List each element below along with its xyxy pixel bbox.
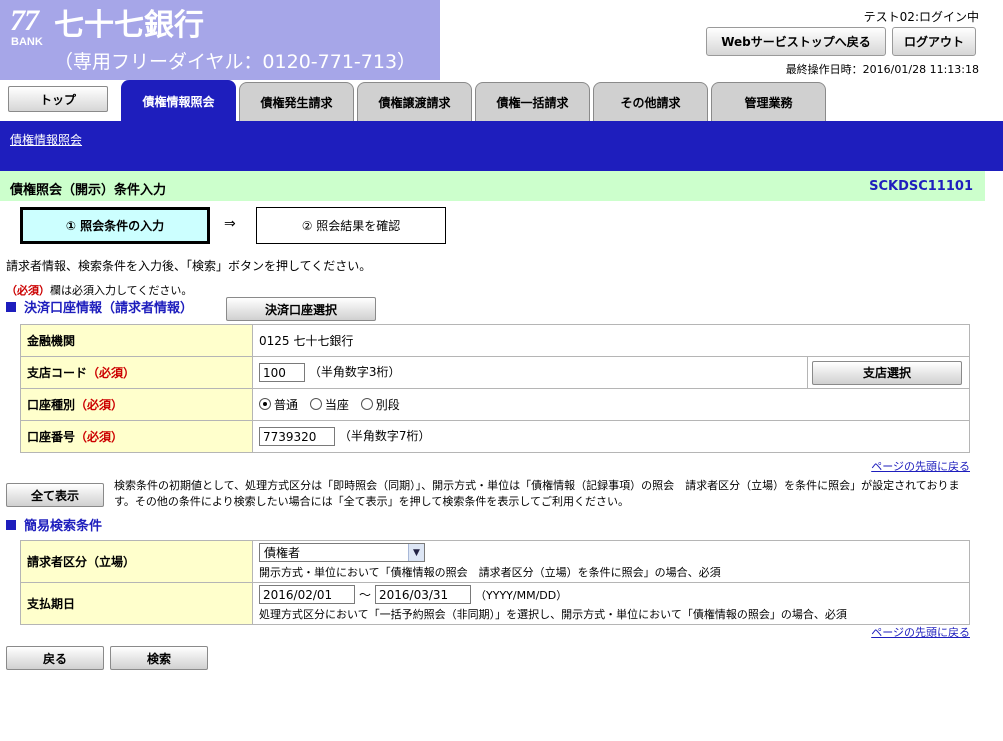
table-row: 金融機関 0125 七十七銀行: [20, 324, 970, 357]
show-all-button[interactable]: 全て表示: [6, 483, 104, 507]
search-button[interactable]: 検索: [110, 646, 208, 670]
screen-id: SCKDSC11101: [869, 179, 973, 194]
chevron-down-icon: ▼: [408, 544, 424, 561]
bank-value: 0125 七十七銀行: [252, 324, 970, 357]
radio-current[interactable]: 当座: [309, 396, 349, 413]
account-number-input[interactable]: 7739320: [259, 427, 335, 446]
account-section-title-text: 決済口座情報（請求者情報）: [24, 301, 194, 316]
due-date-from-input[interactable]: 2016/02/01: [259, 585, 355, 604]
bank-label: 金融機関: [20, 324, 253, 357]
page-top-link[interactable]: ページの先頭に戻る: [871, 458, 970, 474]
main-tabs: トップ 債権情報照会 債権発生請求 債権譲渡請求 債権一括請求 その他請求 管理…: [0, 80, 1003, 121]
branch-select-button[interactable]: 支店選択: [812, 360, 962, 385]
account-number-cell: 7739320 （半角数字7桁）: [252, 420, 970, 453]
tab-admin[interactable]: 管理業務: [711, 82, 826, 121]
notice-text: 検索条件の初期値として、処理方式区分は「即時照会（同期）」、開示方式・単位は「債…: [114, 479, 960, 508]
radio-current-label: 当座: [324, 397, 349, 412]
due-date-cell: 2016/02/01 ～ 2016/03/31 （YYYY/MM/DD） 処理方…: [252, 582, 970, 625]
tab-bulk-request[interactable]: 債権一括請求: [475, 82, 590, 121]
table-row: 請求者区分（立場） 債権者 ▼ 開示方式・単位において「債権情報の照会 請求者区…: [20, 540, 970, 583]
simple-search-title: 簡易検索条件: [6, 515, 102, 534]
step-input-conditions: ① 照会条件の入力: [20, 207, 210, 244]
step-arrow-icon: ⇒: [224, 216, 236, 232]
account-type-label-text: 口座種別: [27, 398, 76, 412]
radio-checked-icon: [259, 398, 271, 411]
requester-type-note: 開示方式・単位において「債権情報の照会 請求者区分（立場）を条件に照会」の場合、…: [259, 566, 721, 579]
due-date-format: （YYYY/MM/DD）: [475, 588, 568, 602]
tab-claim-transfer[interactable]: 債権譲渡請求: [357, 82, 472, 121]
bank-name: 七十七銀行: [54, 8, 204, 43]
account-info-table: 金融機関 0125 七十七銀行 支店コード（必須） 100 （半角数字3桁） 支…: [20, 324, 970, 453]
radio-special[interactable]: 別段: [360, 396, 400, 413]
account-type-label: 口座種別（必須）: [20, 388, 253, 421]
tab-claim-issue[interactable]: 債権発生請求: [239, 82, 354, 121]
tab-claim-inquiry[interactable]: 債権情報照会: [121, 80, 236, 121]
select-settlement-account-button[interactable]: 決済口座選択: [226, 297, 376, 321]
range-tilde: ～: [359, 588, 372, 602]
simple-search-title-text: 簡易検索条件: [24, 519, 103, 534]
login-status: テスト02:ログイン中: [863, 10, 979, 24]
back-button[interactable]: 戻る: [6, 646, 104, 670]
radio-ordinary-label: 普通: [274, 397, 299, 412]
free-dial: （専用フリーダイヤル：0120-771-713）: [54, 51, 417, 73]
radio-special-label: 別段: [375, 397, 400, 412]
sub-nav-band: 債権情報照会: [0, 121, 1003, 171]
branch-code-label-text: 支店コード: [27, 366, 88, 380]
requester-type-cell: 債権者 ▼ 開示方式・単位において「債権情報の照会 請求者区分（立場）を条件に照…: [252, 540, 970, 583]
table-row: 支払期日 2016/02/01 ～ 2016/03/31 （YYYY/MM/DD…: [20, 582, 970, 625]
required-mark: （必須）: [75, 430, 124, 444]
tab-top[interactable]: トップ: [8, 86, 108, 112]
account-section-title: 決済口座情報（請求者情報）: [6, 297, 193, 316]
table-row: 口座種別（必須） 普通 当座 別段: [20, 388, 970, 421]
required-note: （必須）欄は必須入力してください。: [6, 282, 192, 298]
last-operation-time: 最終操作日時：2016/01/28 11:13:18: [785, 63, 979, 76]
requester-type-value: 債権者: [264, 546, 301, 560]
radio-unchecked-icon: [309, 398, 322, 411]
required-mark: （必須）: [6, 284, 50, 297]
page-top-link[interactable]: ページの先頭に戻る: [871, 624, 970, 640]
branch-select-cell: 支店選択: [807, 356, 970, 389]
branch-code-label: 支店コード（必須）: [20, 356, 253, 389]
required-note-text: 欄は必須入力してください。: [50, 284, 193, 297]
requester-type-select[interactable]: 債権者 ▼: [259, 543, 425, 562]
required-mark: （必須）: [87, 366, 136, 380]
table-row: 口座番号（必須） 7739320 （半角数字7桁）: [20, 420, 970, 453]
instruction-text: 請求者情報、検索条件を入力後、「検索」ボタンを押してください。: [6, 259, 372, 273]
section-square-icon: [6, 301, 16, 312]
account-number-hint: （半角数字7桁）: [338, 429, 431, 443]
due-date-label: 支払期日: [20, 582, 253, 625]
page-title: 債権照会（開示）条件入力: [10, 183, 167, 198]
due-date-range: 2016/02/01 ～ 2016/03/31 （YYYY/MM/DD）: [259, 585, 963, 604]
logo-bank-text: BANK: [11, 36, 43, 48]
table-row: 支店コード（必須） 100 （半角数字3桁） 支店選択: [20, 356, 970, 389]
breadcrumb[interactable]: 債権情報照会: [10, 131, 82, 148]
web-service-top-button[interactable]: Webサービストップへ戻る: [706, 27, 886, 56]
radio-ordinary[interactable]: 普通: [259, 396, 298, 413]
logout-button[interactable]: ログアウト: [892, 27, 976, 56]
due-date-note: 処理方式区分において「一括予約照会（非同期）」を選択し、開示方式・単位において「…: [259, 608, 847, 621]
branch-code-input[interactable]: 100: [259, 363, 305, 382]
radio-unchecked-icon: [360, 398, 373, 411]
requester-type-label: 請求者区分（立場）: [20, 540, 253, 583]
title-band: 債権照会（開示）条件入力 SCKDSC11101: [0, 171, 985, 201]
step-confirm-results: ② 照会結果を確認: [256, 207, 446, 244]
branch-code-cell: 100 （半角数字3桁）: [252, 356, 808, 389]
tab-other-request[interactable]: その他請求: [593, 82, 708, 121]
simple-search-table: 請求者区分（立場） 債権者 ▼ 開示方式・単位において「債権情報の照会 請求者区…: [20, 540, 970, 625]
logo-number: 77: [10, 4, 39, 37]
required-mark: （必須）: [75, 398, 124, 412]
branch-code-hint: （半角数字3桁）: [308, 365, 401, 379]
branch-select-wrap: 支店選択: [812, 360, 965, 385]
account-number-label: 口座番号（必須）: [20, 420, 253, 453]
due-date-to-input[interactable]: 2016/03/31: [375, 585, 472, 604]
account-type-cell: 普通 当座 別段: [252, 388, 970, 421]
account-number-label-text: 口座番号: [27, 430, 76, 444]
bank-logo: 77 BANK 七十七銀行 （専用フリーダイヤル：0120-771-713）: [0, 0, 440, 80]
section-square-icon: [6, 519, 16, 530]
